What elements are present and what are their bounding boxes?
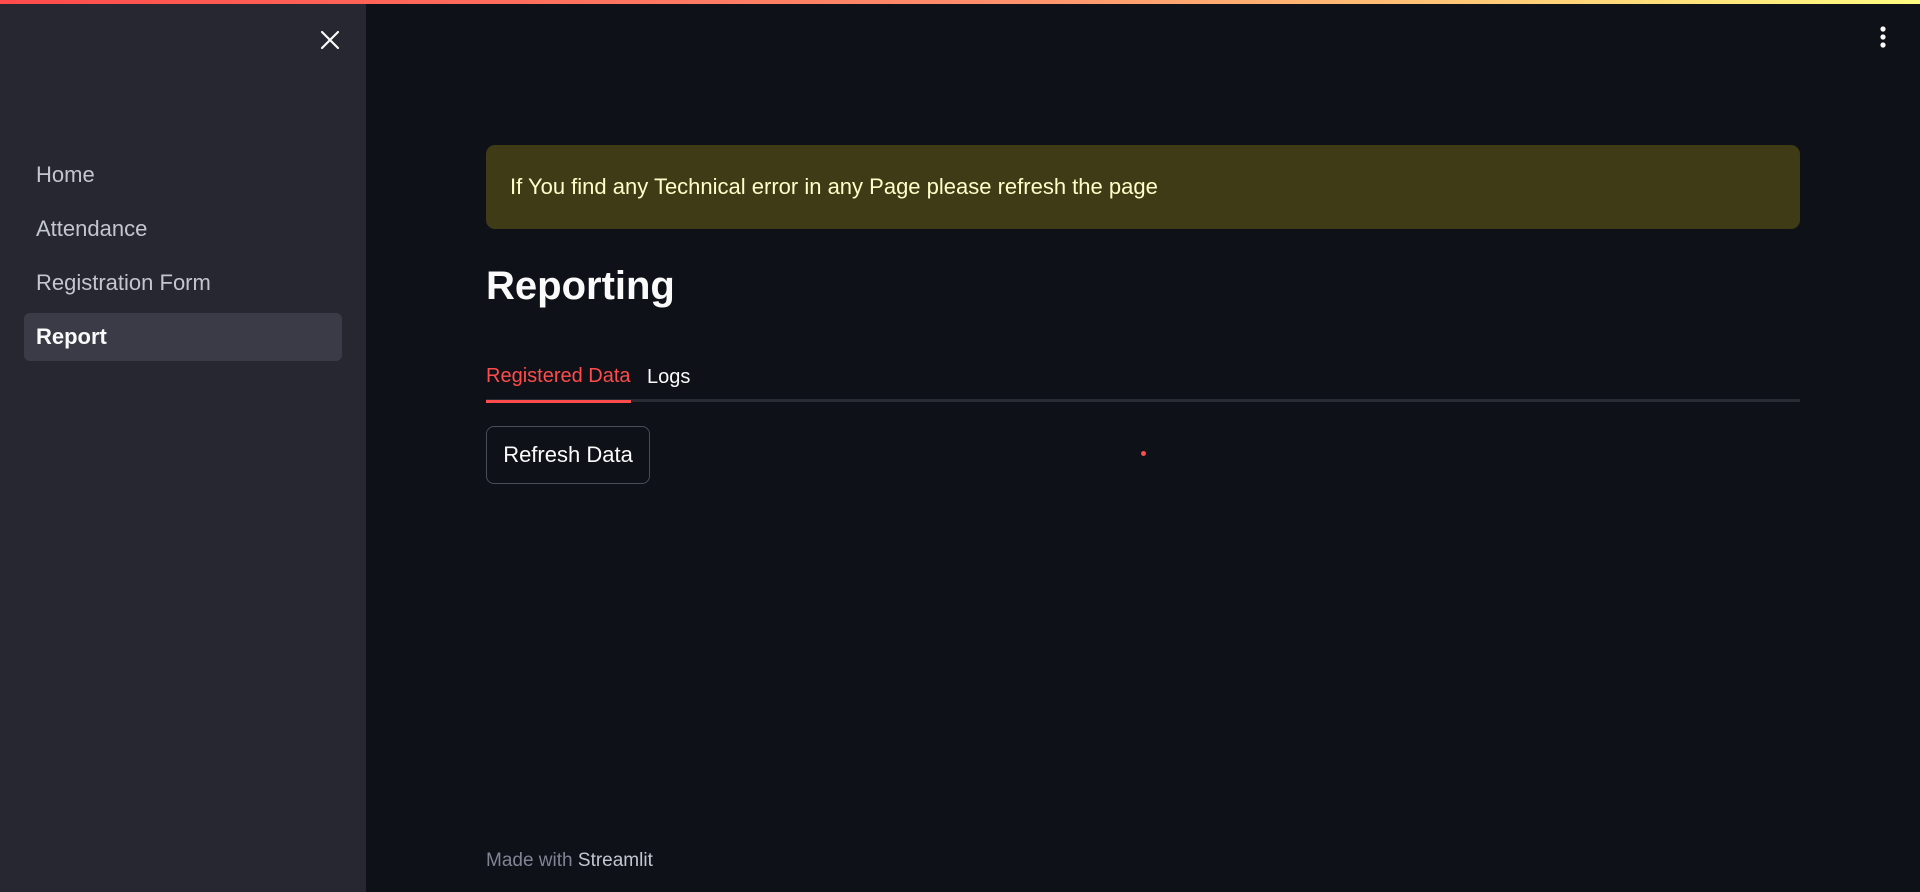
- sidebar: Home Attendance Registration Form Report: [0, 0, 366, 892]
- refresh-data-button[interactable]: Refresh Data: [486, 426, 650, 484]
- tab-logs[interactable]: Logs: [647, 352, 690, 402]
- tab-registered-data[interactable]: Registered Data: [486, 352, 631, 403]
- main-content: If You find any Technical error in any P…: [366, 0, 1920, 892]
- sidebar-item-attendance[interactable]: Attendance: [24, 205, 342, 253]
- kebab-menu-icon: [1880, 26, 1886, 48]
- main-menu-button[interactable]: [1870, 24, 1896, 50]
- footer-prefix: Made with: [486, 850, 573, 871]
- sidebar-item-registration-form[interactable]: Registration Form: [24, 259, 342, 307]
- sidebar-nav: Home Attendance Registration Form Report: [24, 151, 342, 367]
- tab-bar: Registered Data Logs: [486, 352, 1800, 403]
- close-icon: [320, 30, 340, 50]
- footer: Made with Streamlit: [486, 850, 653, 872]
- sidebar-item-home[interactable]: Home: [24, 151, 342, 199]
- page-title: Reporting: [486, 264, 675, 308]
- warning-alert: If You find any Technical error in any P…: [486, 145, 1800, 229]
- loading-indicator: [1141, 451, 1146, 456]
- warning-alert-text: If You find any Technical error in any P…: [510, 174, 1158, 199]
- sidebar-item-report[interactable]: Report: [24, 313, 342, 361]
- top-decoration-bar: [0, 0, 1920, 4]
- footer-brand-link[interactable]: Streamlit: [578, 850, 653, 871]
- close-sidebar-button[interactable]: [315, 25, 345, 55]
